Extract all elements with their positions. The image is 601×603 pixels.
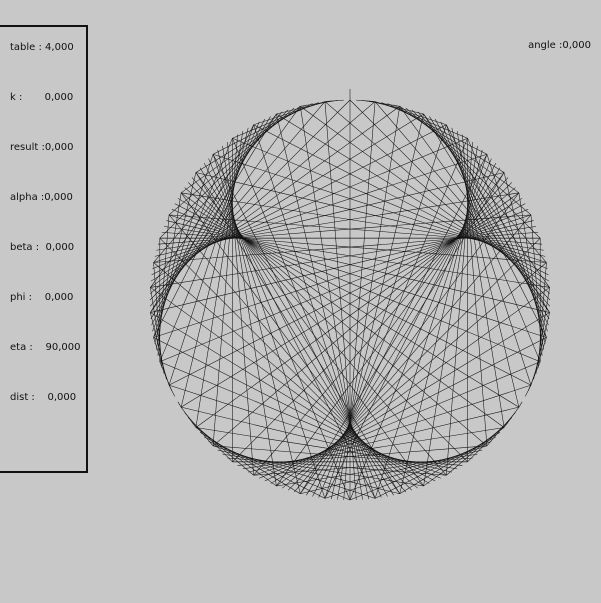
- chord-line: [232, 137, 548, 269]
- chord-line: [154, 172, 505, 257]
- param-phi: phi : 0,000: [10, 292, 74, 303]
- chord-line: [222, 145, 277, 487]
- chord-line: [324, 101, 551, 294]
- chord-line: [212, 154, 326, 499]
- chord-line: [153, 337, 436, 482]
- chord-line: [195, 427, 277, 487]
- chord-line: [184, 187, 488, 446]
- chord-line: [188, 417, 233, 462]
- chord-line: [168, 203, 526, 386]
- chord-line: [264, 337, 547, 482]
- chord-line: [149, 101, 326, 307]
- chord-line: [195, 192, 520, 428]
- chord-line: [276, 172, 505, 487]
- chord-line: [180, 192, 505, 428]
- chord-line: [446, 124, 532, 386]
- chord-line: [237, 445, 487, 466]
- chord-line: [150, 116, 271, 313]
- param-table: table : 4,000: [10, 42, 74, 53]
- times-table-figure: [149, 89, 551, 501]
- chord-line: [356, 99, 376, 102]
- param-result: result :0,000: [10, 142, 74, 153]
- chord-line: [212, 187, 516, 446]
- param-alpha: alpha :0,000: [10, 192, 73, 203]
- chord-line: [195, 172, 546, 257]
- chord-line: [423, 145, 478, 487]
- chord-line: [188, 182, 468, 462]
- chord-line: [374, 101, 551, 307]
- chord-line: [399, 149, 483, 494]
- chord-line: [180, 106, 301, 194]
- chord-line: [181, 406, 452, 473]
- chord-line: [446, 124, 549, 326]
- chord-line: [184, 412, 214, 446]
- chord-line: [168, 107, 295, 216]
- chord-line: [195, 104, 307, 173]
- chord-line: [151, 124, 254, 326]
- chord-line: [374, 154, 488, 499]
- chord-line: [293, 214, 532, 493]
- chord-lines: [149, 99, 551, 501]
- drawing-canvas: [0, 0, 601, 600]
- chord-line: [276, 100, 332, 115]
- chord-line: [232, 102, 319, 139]
- chord-line: [276, 113, 550, 282]
- chord-line: [248, 406, 519, 473]
- param-dist: dist : 0,000: [10, 392, 77, 403]
- chord-line: [518, 401, 523, 408]
- chord-line: [153, 118, 266, 338]
- chord-line: [168, 124, 254, 386]
- parameter-panel: table : 4,000 k : 0,000 result :0,000 al…: [0, 25, 88, 473]
- param-beta: beta : 0,000: [10, 242, 75, 253]
- chord-line: [429, 116, 550, 313]
- chord-line: [177, 401, 182, 408]
- chord-line: [150, 287, 424, 487]
- param-k: k : 0,000: [10, 92, 74, 103]
- param-eta: eta : 90,000: [10, 342, 81, 353]
- chord-line: [227, 141, 254, 476]
- chord-line: [150, 113, 424, 282]
- chord-line: [232, 182, 512, 462]
- chord-line: [446, 141, 473, 476]
- chord-line: [253, 177, 509, 476]
- chord-line: [180, 127, 249, 408]
- chord-line: [152, 137, 468, 269]
- angle-readout: angle :0,000: [528, 40, 591, 51]
